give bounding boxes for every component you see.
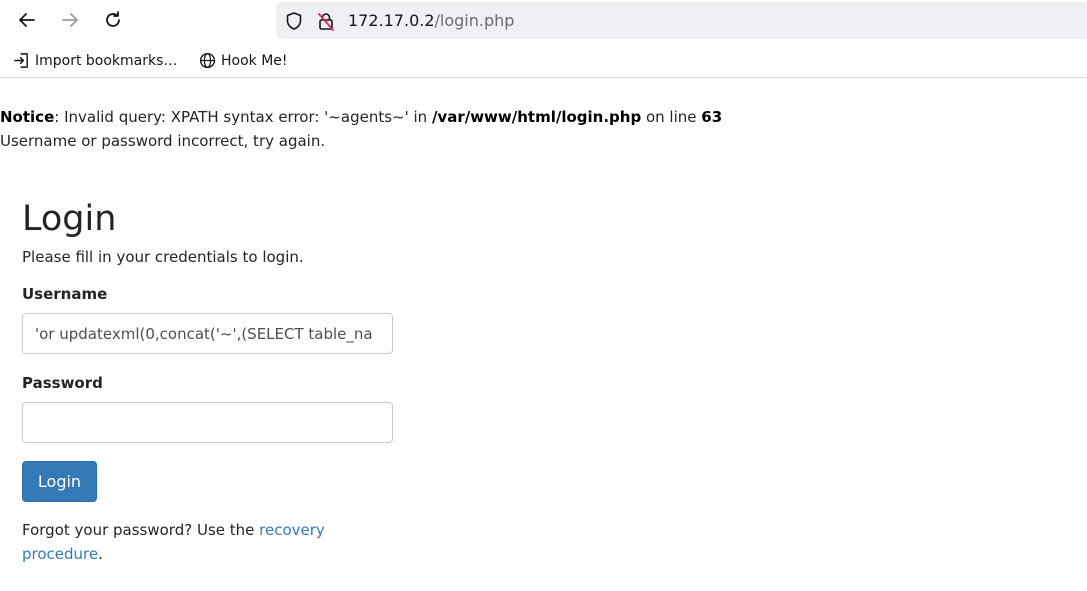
- notice-line-number: 63: [701, 108, 723, 126]
- notice-file: /var/www/html/login.php: [431, 108, 642, 126]
- import-icon: [14, 53, 28, 68]
- password-label: Password: [22, 374, 103, 392]
- login-subtitle: Please fill in your credentials to login…: [22, 248, 304, 266]
- arrow-left-icon: [19, 13, 35, 27]
- browser-toolbar: 172.17.0.2/login.php: [0, 0, 1087, 42]
- submit-group: Login: [22, 461, 394, 502]
- reload-button[interactable]: [101, 8, 125, 32]
- php-notice: Notice: Invalid query: XPATH syntax erro…: [0, 105, 722, 153]
- bookmark-hook-me-label: Hook Me!: [221, 52, 288, 69]
- shield-icon[interactable]: [284, 11, 304, 31]
- insecure-lock-icon[interactable]: [316, 11, 336, 31]
- bookmark-hook-me[interactable]: Hook Me!: [199, 52, 288, 69]
- globe-icon: [199, 52, 216, 69]
- login-wrapper: Login Please fill in your credentials to…: [22, 196, 394, 566]
- notice-on-line: on line: [641, 108, 702, 126]
- back-button[interactable]: [15, 8, 39, 32]
- bookmarks-toolbar: Import bookmarks… Hook Me!: [0, 44, 1087, 78]
- username-label: Username: [22, 285, 108, 303]
- url-path: /login.php: [434, 11, 515, 30]
- page-title: Login: [22, 199, 117, 239]
- url-bar[interactable]: 172.17.0.2/login.php: [276, 2, 1087, 39]
- bookmark-import[interactable]: Import bookmarks…: [13, 52, 177, 69]
- bookmark-import-label: Import bookmarks…: [35, 52, 178, 69]
- url-text[interactable]: 172.17.0.2/login.php: [348, 11, 514, 30]
- url-host: 172.17.0.2: [348, 11, 435, 30]
- notice-line: Notice: Invalid query: XPATH syntax erro…: [0, 105, 722, 129]
- username-input[interactable]: 'or updatexml(0,concat('~',(SELECT table…: [22, 313, 393, 354]
- forgot-password-text: Forgot your password? Use the recovery p…: [22, 518, 362, 566]
- password-input[interactable]: [22, 402, 393, 443]
- login-button[interactable]: Login: [22, 461, 97, 502]
- forgot-text: Forgot your password? Use the: [22, 521, 260, 539]
- username-group: Username 'or updatexml(0,concat('~',(SEL…: [22, 283, 394, 354]
- password-group: Password: [22, 372, 394, 443]
- reload-icon: [106, 11, 120, 27]
- notice-label: Notice: [0, 108, 55, 126]
- forgot-end: .: [98, 545, 103, 563]
- error-message: Username or password incorrect, try agai…: [0, 132, 326, 150]
- forward-button[interactable]: [58, 8, 82, 32]
- notice-message: : Invalid query: XPATH syntax error: '~a…: [54, 108, 432, 126]
- arrow-right-icon: [62, 13, 78, 27]
